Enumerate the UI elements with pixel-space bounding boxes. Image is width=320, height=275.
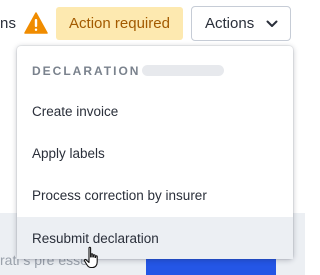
hand-pointer-cursor-icon xyxy=(83,246,98,269)
redacted-declaration-id xyxy=(142,65,224,76)
menu-item-apply-labels[interactable]: Apply labels xyxy=(17,132,293,174)
menu-item-label: Process correction by insurer xyxy=(32,187,207,203)
truncated-status-text: ns xyxy=(0,15,17,32)
menu-item-resubmit-declaration[interactable]: Resubmit declaration xyxy=(17,217,293,259)
menu-item-label: Apply labels xyxy=(32,145,105,161)
status-badge: Action required xyxy=(56,7,183,40)
menu-item-create-invoice[interactable]: Create invoice xyxy=(17,90,293,132)
menu-item-label: Resubmit declaration xyxy=(32,230,159,246)
actions-dropdown-menu: DECLARATION Create invoice Apply labels … xyxy=(17,46,293,259)
toolbar: ns Action required Actions xyxy=(0,0,305,52)
menu-item-label: Create invoice xyxy=(32,103,119,119)
actions-button-label: Actions xyxy=(205,15,255,32)
warning-triangle-icon xyxy=(24,12,48,34)
menu-header: DECLARATION xyxy=(32,64,141,78)
actions-dropdown-button[interactable]: Actions xyxy=(191,6,291,41)
chevron-down-icon xyxy=(266,20,278,27)
menu-item-process-correction[interactable]: Process correction by insurer xyxy=(17,174,293,216)
